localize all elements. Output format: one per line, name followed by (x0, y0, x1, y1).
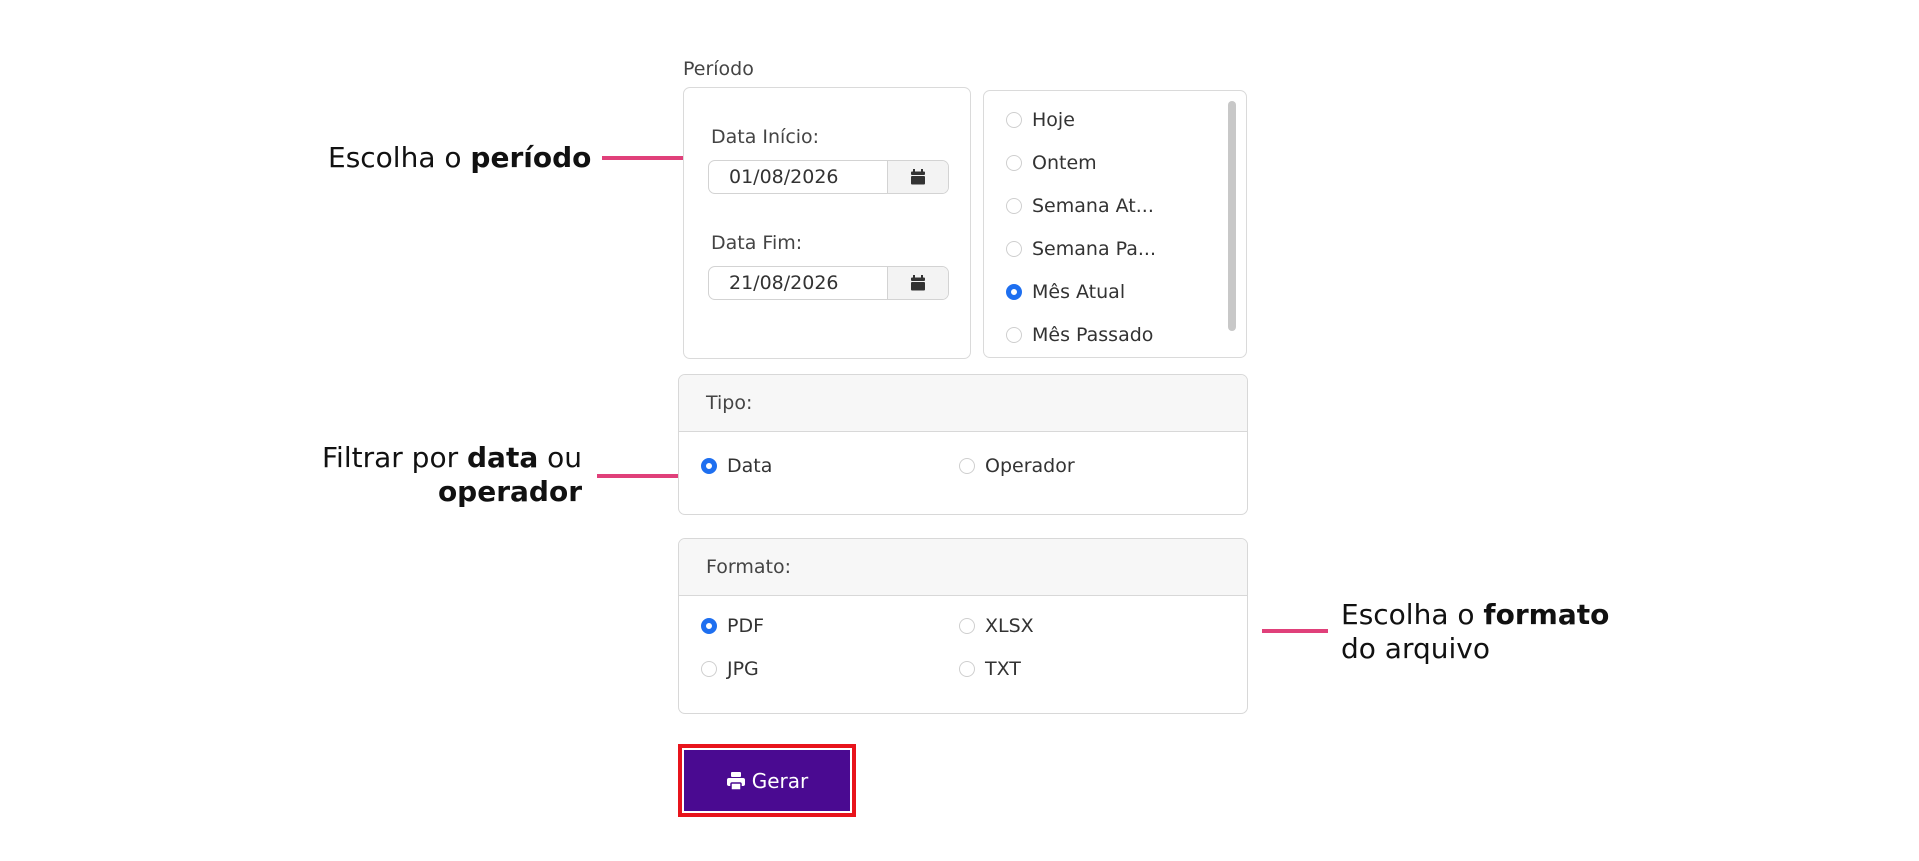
periodo-label: Período (683, 58, 754, 80)
start-date-label: Data Início: (711, 126, 820, 148)
printer-icon (726, 771, 745, 791)
annotation-tipo: Filtrar por data ou operador (321, 441, 582, 508)
period-presets-list[interactable]: Hoje Ontem Semana At... Semana Pa... Mês… (983, 90, 1247, 358)
formato-option-pdf[interactable]: PDF (701, 615, 764, 637)
formato-option-xlsx[interactable]: XLSX (959, 615, 1034, 637)
preset-radio[interactable] (1006, 327, 1022, 343)
preset-radio-selected[interactable] (1006, 284, 1022, 300)
date-range-panel: Data Início: Data Fim: (683, 87, 971, 359)
preset-option-mes-passado[interactable]: Mês Passado (1006, 324, 1153, 346)
start-date-calendar-button[interactable] (887, 161, 948, 193)
end-date-input[interactable] (709, 267, 887, 299)
preset-option-semana-atual[interactable]: Semana At... (1006, 195, 1154, 217)
formato-header: Formato: (679, 539, 1247, 596)
preset-option-semana-passada[interactable]: Semana Pa... (1006, 238, 1156, 260)
tipo-radio[interactable] (959, 458, 975, 474)
connector-periodo (602, 156, 685, 160)
formato-card: Formato: PDF XLSX JPG TXT (678, 538, 1248, 714)
gerar-label: Gerar (751, 768, 809, 793)
tipo-option-operador[interactable]: Operador (959, 455, 1075, 477)
tipo-header: Tipo: (679, 375, 1247, 432)
start-date-input[interactable] (709, 161, 887, 193)
preset-option-mes-atual[interactable]: Mês Atual (1006, 281, 1125, 303)
preset-radio[interactable] (1006, 112, 1022, 128)
start-date-group (708, 160, 949, 194)
calendar-icon (911, 169, 925, 185)
presets-scrollbar[interactable] (1228, 101, 1236, 331)
annotation-formato: Escolha o formato do arquivo (1341, 598, 1610, 665)
end-date-group (708, 266, 949, 300)
formato-radio[interactable] (701, 661, 717, 677)
formato-radio[interactable] (959, 661, 975, 677)
preset-radio[interactable] (1006, 241, 1022, 257)
annotation-periodo: Escolha o período (328, 141, 592, 174)
formato-option-txt[interactable]: TXT (959, 658, 1021, 680)
connector-tipo (597, 474, 684, 478)
preset-option-ontem[interactable]: Ontem (1006, 152, 1097, 174)
gerar-button[interactable]: Gerar (684, 750, 850, 811)
tipo-radio-selected[interactable] (701, 458, 717, 474)
tipo-option-data[interactable]: Data (701, 455, 772, 477)
calendar-icon (911, 275, 925, 291)
formato-option-jpg[interactable]: JPG (701, 658, 759, 680)
preset-option-hoje[interactable]: Hoje (1006, 109, 1075, 131)
formato-radio-selected[interactable] (701, 618, 717, 634)
formato-radio[interactable] (959, 618, 975, 634)
end-date-label: Data Fim: (711, 232, 803, 254)
preset-radio[interactable] (1006, 198, 1022, 214)
connector-formato (1262, 629, 1328, 633)
end-date-calendar-button[interactable] (887, 267, 948, 299)
tipo-card: Tipo: Data Operador (678, 374, 1248, 515)
preset-radio[interactable] (1006, 155, 1022, 171)
